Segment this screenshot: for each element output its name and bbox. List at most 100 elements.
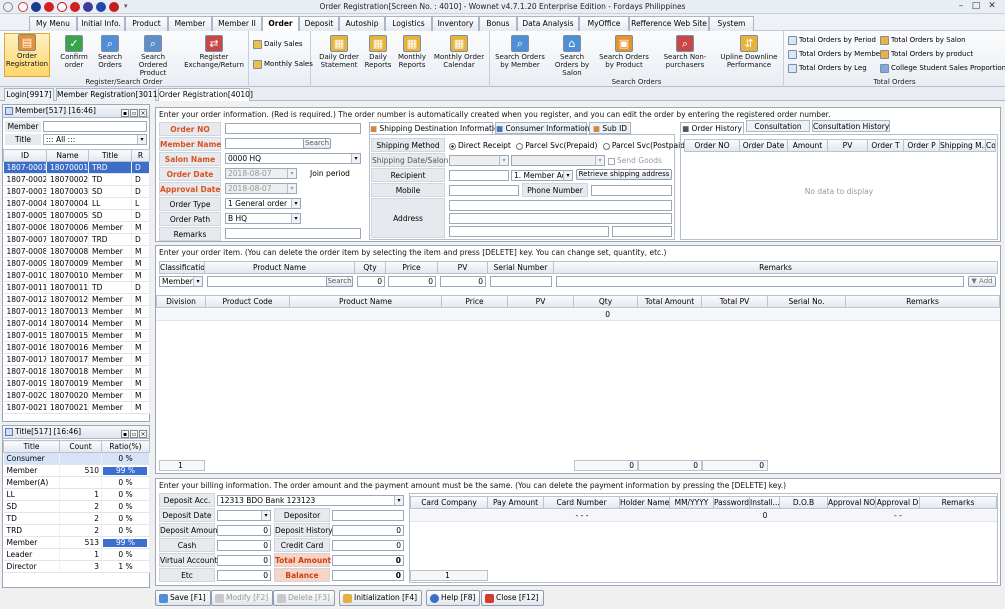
daily-reports-button[interactable]: ▦ Daily Reports (363, 35, 393, 69)
save-button[interactable]: Save [F1] (155, 590, 211, 606)
table-row[interactable]: 1807-0021 18070021 Member M (3, 401, 150, 414)
shipping-salon-select[interactable]: ▾ (511, 155, 605, 166)
menu-product[interactable]: Product (125, 16, 168, 31)
table-row[interactable]: 1807-0008 18070008 Member M (3, 245, 150, 258)
table-row[interactable]: TD 2 0 % (3, 512, 150, 525)
table-row[interactable]: 1807-0018 18070018 Member M (3, 365, 150, 378)
menu-data-analysis[interactable]: Data Analysis (517, 16, 579, 31)
table-row[interactable]: Leader 1 0 % (3, 548, 150, 561)
tab-consultation[interactable]: Consultation (746, 120, 810, 132)
parcel-postpaid-radio[interactable]: Parcel Svc(Postpaid) (602, 141, 688, 150)
upline-downline-performance-button[interactable]: ⇵ Upline Downline Performance (718, 35, 780, 69)
recipient-type-select[interactable]: 1. Member Addr ▾ (511, 170, 573, 181)
panel-close-icon[interactable]: × (139, 109, 147, 117)
tab-order-history[interactable]: ■ Order History (680, 122, 744, 134)
search-orders-by-salon-button[interactable]: ⌂ Search Orders by Salon (548, 35, 596, 77)
calendar-dropdown-icon[interactable]: ▾ (287, 169, 296, 178)
member-col-header[interactable]: ID (3, 149, 47, 162)
calendar-dropdown-icon[interactable]: ▾ (261, 511, 270, 520)
item-new-row[interactable]: 0 (156, 309, 1000, 321)
confirm-order-button[interactable]: ✓ Confirm order (55, 35, 93, 69)
table-row[interactable]: 1807-0016 18070016 Member M (3, 341, 150, 354)
total-orders-by-salon-button[interactable]: Total Orders by Salon (880, 34, 966, 47)
menu-bonus[interactable]: Bonus (479, 16, 517, 31)
virtual-account-input[interactable]: 0 (217, 555, 271, 566)
approval-date-input[interactable]: 2018-08-07 ▾ (225, 183, 297, 194)
title-col-header[interactable]: Title (3, 440, 60, 453)
remarks-input[interactable] (225, 228, 361, 239)
mobile-input[interactable] (449, 185, 519, 196)
panel-pin-icon[interactable]: ▪ (121, 430, 129, 438)
depositor-input[interactable] (332, 510, 404, 521)
deposit-history-input[interactable]: 0 (332, 525, 404, 536)
table-row[interactable]: 1807-0010 18070010 Member M (3, 269, 150, 282)
member-col-header[interactable]: R (131, 149, 150, 162)
table-row[interactable]: Director 3 1 % (3, 560, 150, 573)
chevron-down-icon[interactable]: ▾ (291, 214, 300, 223)
daily-sales-button[interactable]: Daily Sales (253, 38, 303, 51)
tab-member-registration[interactable]: Member Registration[3011] (56, 88, 160, 101)
menu-reference-web-site[interactable]: Refference Web Site (629, 16, 709, 31)
college-student-sales-proportion-button[interactable]: College Student Sales Proportion (880, 62, 1005, 75)
pv-input[interactable]: 0 (440, 276, 486, 287)
table-row[interactable]: 1807-0013 18070013 Member M (3, 305, 150, 318)
direct-receipt-radio[interactable]: Direct Receipt (449, 141, 511, 150)
address-line3-input[interactable] (449, 226, 609, 237)
order-no-input[interactable] (225, 123, 361, 134)
etc-input[interactable]: 0 (217, 570, 271, 581)
recipient-input[interactable] (449, 170, 509, 181)
table-row[interactable]: Member 510 99 % (3, 464, 150, 477)
send-goods-checkbox[interactable]: Send Goods (608, 156, 662, 165)
menu-myoffice[interactable]: MyOffice (579, 16, 629, 31)
table-row[interactable]: 1807-0012 18070012 Member M (3, 293, 150, 306)
table-row[interactable]: 1807-0002 18070002 TD D (3, 173, 150, 186)
phone-number-input[interactable] (591, 185, 672, 196)
order-date-input[interactable]: 2018-08-07 ▾ (225, 168, 297, 179)
parcel-prepaid-radio[interactable]: Parcel Svc(Prepaid) (516, 141, 597, 150)
close-window-icon[interactable]: ✕ (986, 1, 998, 12)
tab-login[interactable]: Login[9917] (4, 88, 54, 101)
menu-initial-info[interactable]: Initial Info. (77, 16, 125, 31)
table-row[interactable]: 1807-0006 18070006 Member M (3, 221, 150, 234)
retrieve-shipping-address-button[interactable]: Retrieve shipping address (576, 169, 672, 180)
menu-member[interactable]: Member (168, 16, 212, 31)
chevron-down-icon[interactable]: ▾ (291, 199, 300, 208)
table-row[interactable]: 1807-0007 18070007 TRD D (3, 233, 150, 246)
deposit-acc-select[interactable]: 12313 BDO Bank 123123 ▾ (217, 495, 404, 506)
tab-shipping-destination[interactable]: ■ Shipping Destination Information (369, 122, 503, 134)
order-registration-button[interactable]: ▤ Order Registration (4, 33, 50, 77)
table-row[interactable]: 1807-0005 18070005 SD D (3, 209, 150, 222)
menu-member-ii[interactable]: Member II (212, 16, 262, 31)
close-button[interactable]: Close [F12] (481, 590, 544, 606)
chevron-down-icon[interactable]: ▾ (595, 156, 604, 165)
title-col-header[interactable]: Ratio(%) (101, 440, 150, 453)
register-exchange-return-button[interactable]: ⇄ Register Exchange/Return (183, 35, 245, 69)
table-row[interactable]: 1807-0001 18070001 TRD D (3, 161, 150, 174)
tab-order-registration[interactable]: Order Registration[4010] (158, 88, 253, 101)
chevron-down-icon[interactable]: ▾ (563, 171, 572, 180)
item-remarks-input[interactable] (556, 276, 964, 287)
total-orders-by-leg-button[interactable]: Total Orders by Leg (788, 62, 867, 75)
qty-input[interactable]: 0 (357, 276, 385, 287)
calendar-dropdown-icon[interactable]: ▾ (287, 184, 296, 193)
chevron-down-icon[interactable]: ▾ (499, 156, 508, 165)
member-col-header[interactable]: Title (88, 149, 132, 162)
menu-order[interactable]: Order (262, 16, 299, 32)
table-row[interactable]: LL 1 0 % (3, 488, 150, 501)
price-input[interactable]: 0 (388, 276, 436, 287)
table-row[interactable]: 1807-0019 18070019 Member M (3, 377, 150, 390)
table-row[interactable]: 1807-0004 18070004 LL L (3, 197, 150, 210)
tab-sub-id[interactable]: ■ Sub ID (589, 122, 631, 134)
initialization-button[interactable]: Initialization [F4] (339, 590, 423, 606)
maximize-icon[interactable]: □ (970, 1, 982, 12)
table-row[interactable]: 1807-0009 18070009 Member M (3, 257, 150, 270)
chevron-down-icon[interactable]: ▾ (193, 277, 202, 286)
table-row[interactable]: TRD 2 0 % (3, 524, 150, 537)
salon-name-select[interactable]: 0000 HQ ▾ (225, 153, 361, 164)
search-orders-by-product-button[interactable]: ▣ Search Orders by Product (598, 35, 650, 69)
title-filter-select[interactable]: ::: All ::: ▾ (43, 134, 147, 145)
help-button[interactable]: Help [F8] (426, 590, 481, 606)
member-col-header[interactable]: Name (46, 149, 89, 162)
table-row[interactable]: 1807-0014 18070014 Member M (3, 317, 150, 330)
tab-consumer-information[interactable]: ■ Consumer Information (495, 122, 590, 134)
